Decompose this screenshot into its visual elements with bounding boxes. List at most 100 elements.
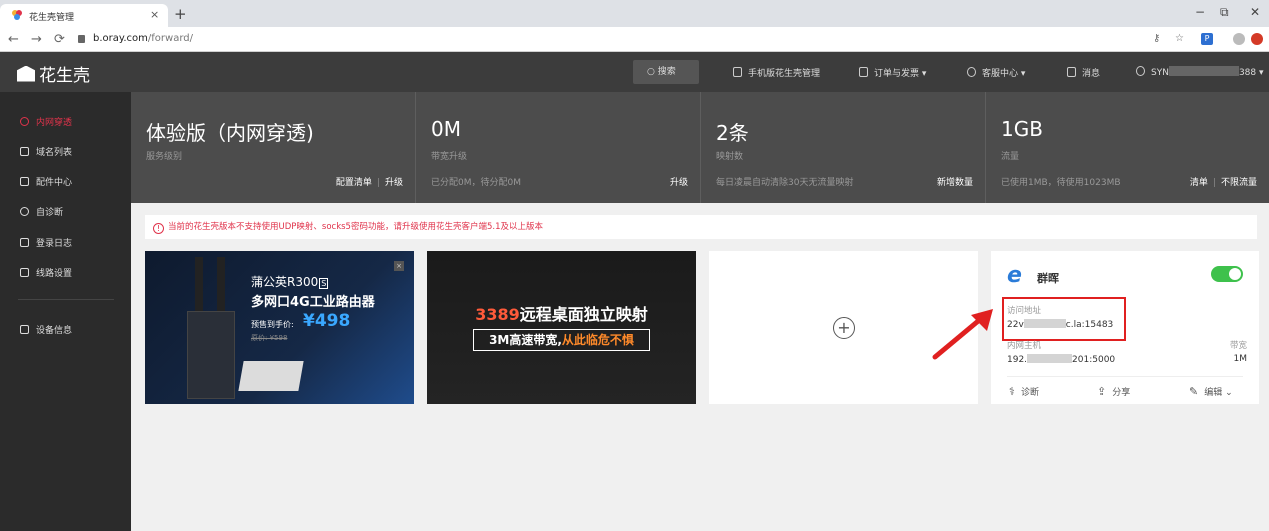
app-header: 花生壳 ○ 搜索 手机版花生壳管理 订单与发票 ▾ 客服中心 ▾ 消息 SYN 3…: [0, 52, 1269, 92]
access-address-suffix: c.la:15483: [1065, 320, 1114, 330]
sidebar-item-label: 域名列表: [36, 148, 73, 158]
upgrade-link[interactable]: 升级: [385, 178, 403, 188]
host-value: 192. 201:5000: [1007, 354, 1115, 365]
lock-icon: [78, 35, 85, 43]
add-mapping-link[interactable]: 新增数量: [937, 178, 973, 188]
extension-red-icon[interactable]: [1251, 33, 1263, 45]
stat-service-level: 体验版（内网穿透) 服务级别 配置清单 | 升级: [131, 92, 416, 203]
sidebar-divider: [18, 299, 114, 300]
bandwidth-label: 带宽: [1229, 341, 1247, 351]
profile-avatar-icon[interactable]: [1233, 33, 1245, 45]
ad-product-model: 蒲公英R300: [251, 275, 319, 289]
bell-icon: [1067, 67, 1076, 77]
phone-icon: [733, 67, 742, 77]
url-field[interactable]: b.oray.com/forward/: [93, 33, 193, 44]
minimize-button[interactable]: −: [1195, 5, 1205, 19]
key-icon[interactable]: ⚷: [1153, 33, 1160, 44]
ad-subline: 3M高速带宽,从此临危不惧: [473, 329, 650, 351]
ad-product-badge: S: [319, 278, 329, 289]
host-suffix: 201:5000: [1072, 355, 1116, 365]
service-label: 客服中心 ▾: [982, 69, 1026, 79]
search-button[interactable]: ○ 搜索: [633, 60, 699, 84]
back-icon[interactable]: ←: [8, 32, 19, 47]
service-menu[interactable]: 客服中心 ▾: [967, 66, 1025, 79]
stat-label: 流量: [1001, 152, 1020, 162]
stat-traffic: 1GB 流量 已使用1MB，待使用1023MB 清单 | 不限流量: [1001, 117, 1257, 188]
bandwidth-value: 1M: [1233, 354, 1248, 364]
sidebar-item-login-log[interactable]: 登录日志: [20, 236, 72, 250]
sidebar-item-label: 内网穿透: [36, 118, 73, 128]
user-redacted: [1168, 66, 1239, 76]
access-address-label: 访问地址: [1007, 306, 1042, 316]
host-redacted: [1027, 354, 1073, 363]
stat-bandwidth: 0M 带宽升级 已分配0M，待分配0M 升级: [416, 92, 701, 203]
user-menu[interactable]: SYN 388 ▾: [1136, 66, 1264, 78]
sidebar-item-label: 登录日志: [36, 239, 73, 249]
logo[interactable]: 花生壳: [17, 61, 90, 86]
ad-headline-number: 3389: [475, 305, 520, 324]
unlimited-traffic-link[interactable]: 不限流量: [1221, 178, 1257, 188]
ad-product-name: 蒲公英R300 S: [251, 273, 329, 290]
device-card: e 群晖 访问地址 22v c.la:15483 内网主机 带宽 192. 201:…: [991, 251, 1259, 404]
stat-value: 1GB: [1001, 117, 1043, 141]
sidebar-item-diagnose[interactable]: 自诊断: [20, 205, 63, 219]
reload-icon[interactable]: ⟳: [54, 32, 65, 47]
browser-tab-bar: 花生壳管理 × + − ⧉ ✕: [0, 0, 1269, 27]
tunnel-icon: [20, 117, 29, 126]
plus-icon[interactable]: +: [833, 317, 855, 339]
stethoscope-icon: ⚕: [1009, 385, 1015, 398]
bandwidth-upgrade-link[interactable]: 升级: [670, 178, 688, 188]
router-ad-banner[interactable]: 蒲公英R300 S 多网口4G工业路由器 预售到手价: ¥498 原价: ¥598…: [145, 251, 414, 404]
stat-label: 映射数: [716, 152, 744, 162]
orders-menu[interactable]: 订单与发票 ▾: [859, 66, 926, 79]
antenna-graphic: [195, 257, 203, 317]
sidebar-item-route[interactable]: 线路设置: [20, 266, 72, 280]
mobile-app-link[interactable]: 手机版花生壳管理: [733, 66, 820, 79]
access-address-value[interactable]: 22v c.la:15483: [1007, 319, 1113, 330]
rdp-ad-banner[interactable]: 3389远程桌面独立映射 3M高速带宽,从此临危不惧: [427, 251, 696, 404]
ad-original-price: 原价: ¥598: [251, 334, 288, 342]
edit-button[interactable]: ✎ 编辑 ⌄: [1189, 385, 1233, 398]
tab-close-icon[interactable]: ×: [150, 8, 159, 21]
diagnose-button[interactable]: ⚕ 诊断: [1009, 385, 1039, 398]
accessories-icon: [20, 177, 29, 186]
stat-label: 服务级别: [146, 152, 183, 162]
ad-close-icon[interactable]: ×: [394, 261, 404, 271]
share-button[interactable]: ⇪ 分享: [1097, 385, 1130, 398]
ad-subline-b: 从此临危不惧: [561, 333, 634, 347]
browser-tab[interactable]: 花生壳管理 ×: [0, 4, 168, 27]
new-tab-button[interactable]: +: [174, 5, 187, 23]
bookmark-star-icon[interactable]: ☆: [1175, 33, 1184, 44]
mobile-label: 手机版花生壳管理: [748, 69, 821, 79]
stat-label: 带宽升级: [431, 152, 468, 162]
headset-icon: [967, 67, 976, 77]
messages-link[interactable]: 消息: [1067, 66, 1100, 79]
forward-icon[interactable]: →: [31, 32, 42, 47]
browser-e-icon: e: [1007, 263, 1022, 288]
user-suffix: 388 ▾: [1238, 68, 1264, 78]
antenna-graphic: [217, 257, 225, 317]
host-prefix: 192.: [1007, 355, 1028, 365]
close-window-button[interactable]: ✕: [1250, 5, 1260, 19]
traffic-list-link[interactable]: 清单: [1190, 178, 1208, 188]
device-enable-toggle[interactable]: [1211, 266, 1243, 282]
sidebar-item-domain-list[interactable]: 域名列表: [20, 145, 72, 159]
sidebar-item-label: 设备信息: [36, 326, 73, 336]
sidebar-item-accessories[interactable]: 配件中心: [20, 175, 72, 189]
stat-value: 2条: [716, 121, 749, 145]
stat-foot: 已分配0M，待分配0M: [431, 178, 521, 188]
ad-price-label: 预售到手价:: [251, 320, 294, 329]
restore-button[interactable]: ⧉: [1220, 5, 1229, 20]
extension-p-icon[interactable]: P: [1201, 33, 1213, 45]
ad-headline: 多网口4G工业路由器: [251, 295, 375, 310]
ad-price: ¥498: [303, 311, 351, 331]
domain-list-icon: [20, 147, 29, 156]
stat-foot: 每日凌晨自动清除30天无流量映射: [716, 178, 854, 188]
sidebar-item-label: 配件中心: [36, 178, 73, 188]
router-graphic: [187, 311, 235, 399]
sidebar-item-tunnel[interactable]: 内网穿透: [20, 115, 72, 129]
host-label: 内网主机: [1007, 341, 1042, 351]
config-list-link[interactable]: 配置清单: [336, 178, 372, 188]
route-icon: [20, 268, 29, 277]
sidebar-item-device-info[interactable]: 设备信息: [20, 323, 72, 337]
